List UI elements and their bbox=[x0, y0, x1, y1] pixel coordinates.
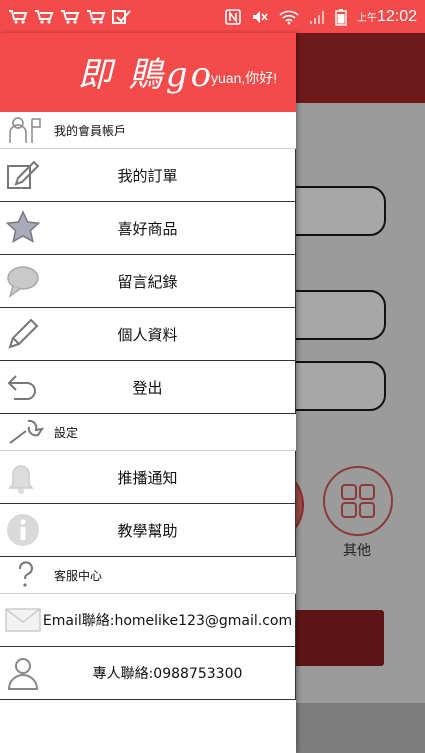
menu-item-label: 留言紀錄 bbox=[117, 272, 178, 291]
menu-item-email-contact[interactable]: Email聯絡:homelike123@gmail.com bbox=[0, 594, 296, 647]
cart-icon bbox=[87, 9, 106, 24]
envelope-icon bbox=[5, 608, 41, 632]
section-support-label: 客服中心 bbox=[54, 568, 103, 583]
signal-icon bbox=[309, 10, 324, 24]
menu-item-label: 教學幫助 bbox=[117, 521, 178, 540]
background-other-button bbox=[323, 466, 393, 536]
nfc-icon bbox=[225, 8, 241, 25]
menu-item-label: 專人聯絡:0988753300 bbox=[92, 666, 243, 682]
app-logo: 即 鵙go bbox=[78, 55, 215, 95]
star-icon bbox=[5, 210, 41, 243]
user-greeting: yuan,你好! bbox=[211, 70, 278, 86]
menu-item-label: Email聯絡:homelike123@gmail.com bbox=[42, 613, 293, 629]
ampm-label: 上午 bbox=[356, 12, 377, 24]
person-icon bbox=[7, 658, 39, 690]
clock: 12:02 bbox=[376, 7, 417, 25]
menu-item-label: 我的訂單 bbox=[117, 166, 178, 185]
menu-item-label: 個人資料 bbox=[117, 325, 178, 344]
section-account-label: 我的會員帳戶 bbox=[54, 123, 127, 138]
wifi-icon bbox=[279, 10, 299, 24]
cart-icon bbox=[9, 9, 28, 24]
drawer-header: 即 鵙go yuan,你好! bbox=[0, 33, 296, 112]
mute-icon bbox=[252, 10, 268, 23]
menu-item-push-notifications[interactable]: 推播通知 bbox=[0, 451, 296, 504]
background-bottom-area bbox=[296, 703, 425, 753]
menu-item-favorites[interactable]: 喜好商品 bbox=[0, 202, 296, 255]
background-other-label: 其他 bbox=[343, 543, 371, 559]
section-support: 客服中心 bbox=[0, 557, 296, 594]
section-settings-label: 設定 bbox=[54, 425, 79, 440]
menu-item-comments[interactable]: 留言紀錄 bbox=[0, 255, 296, 308]
question-icon bbox=[18, 561, 33, 587]
menu-item-profile[interactable]: 個人資料 bbox=[0, 308, 296, 361]
wrench-icon bbox=[9, 419, 44, 444]
bell-icon bbox=[8, 465, 34, 494]
undo-arrow-icon bbox=[7, 375, 36, 400]
status-bar: 上午12:02 bbox=[0, 0, 425, 33]
menu-item-logout[interactable]: 登出 bbox=[0, 361, 296, 414]
menu-item-phone-contact[interactable]: 專人聯絡:0988753300 bbox=[0, 647, 296, 700]
cart-icon bbox=[35, 9, 54, 24]
menu-item-orders[interactable]: 我的訂單 bbox=[0, 149, 296, 202]
check-icon bbox=[112, 9, 131, 24]
menu-item-label: 喜好商品 bbox=[117, 219, 178, 238]
info-icon bbox=[7, 514, 39, 546]
pencil-icon bbox=[8, 318, 39, 349]
speech-bubble-icon bbox=[7, 266, 39, 298]
navigation-drawer: 即 鵙go yuan,你好! 我的會員帳戶 我的訂單 喜好商品 留言紀錄 個人資… bbox=[0, 33, 296, 753]
menu-item-label: 登出 bbox=[132, 378, 163, 397]
grid-icon bbox=[341, 484, 375, 518]
member-icon bbox=[9, 117, 41, 143]
battery-icon bbox=[335, 8, 347, 26]
edit-icon bbox=[7, 160, 40, 189]
cart-icon bbox=[61, 9, 80, 24]
menu-item-label: 推播通知 bbox=[117, 468, 178, 487]
section-settings: 設定 bbox=[0, 414, 296, 451]
section-account: 我的會員帳戶 bbox=[0, 112, 296, 149]
menu-item-tutorial[interactable]: 教學幫助 bbox=[0, 504, 296, 557]
